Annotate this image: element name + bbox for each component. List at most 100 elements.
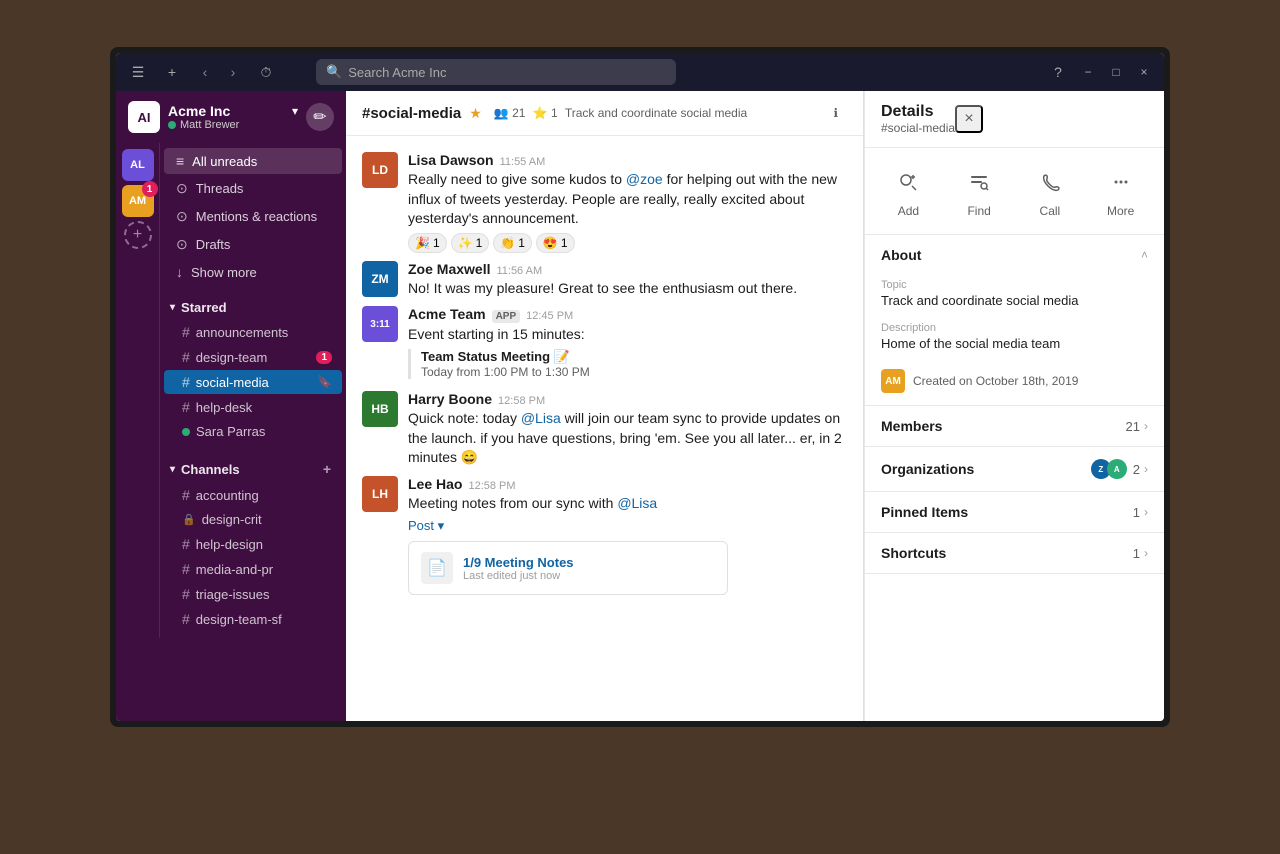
channel-item-media-and-pr[interactable]: # media-and-pr (164, 557, 342, 581)
info-button[interactable]: ℹ (824, 101, 847, 125)
call-label: Call (1040, 204, 1061, 218)
mentions-icon: ⊙ (176, 208, 188, 225)
channel-item-accounting[interactable]: # accounting (164, 483, 342, 507)
chat-meta: 👥 21 ⭐ 1 Track and coordinate social med… (494, 106, 747, 120)
sidebar-item-drafts[interactable]: ⊙ Drafts (164, 231, 342, 258)
forward-button[interactable]: › (220, 59, 246, 85)
message-header: Lee Hao 12:58 PM (408, 476, 847, 492)
post-indicator[interactable]: Post ▾ (408, 518, 444, 534)
member-count: 👥 21 (494, 106, 526, 120)
starred-header[interactable]: ▾ Starred (160, 296, 346, 319)
sidebar-item-threads[interactable]: ⊙ Threads (164, 175, 342, 202)
sidebar-item-all-unreads[interactable]: ≡ All unreads (164, 148, 342, 174)
members-section: Members 21 › (865, 406, 1164, 447)
organizations-section-header[interactable]: Organizations Z A 2 › (865, 447, 1164, 491)
reaction[interactable]: 👏 1 (493, 233, 532, 253)
channel-item-design-team-sf[interactable]: # design-team-sf (164, 607, 342, 631)
mention[interactable]: @Lisa (617, 495, 657, 511)
threads-icon: ⊙ (176, 180, 188, 197)
shortcuts-section-header[interactable]: Shortcuts 1 › (865, 533, 1164, 573)
add-workspace-button[interactable]: + (124, 221, 152, 249)
shortcuts-chevron: › (1144, 546, 1148, 560)
mention[interactable]: @zoe (626, 171, 663, 187)
more-button[interactable]: More (1095, 160, 1147, 222)
reaction[interactable]: 🎉 1 (408, 233, 447, 253)
channels-header[interactable]: ▾ Channels + (160, 456, 346, 482)
add-channel-button[interactable]: + (318, 460, 336, 478)
sidebar-item-mentions[interactable]: ⊙ Mentions & reactions (164, 203, 342, 230)
organizations-section: Organizations Z A 2 › (865, 447, 1164, 492)
details-actions: Add Find (865, 148, 1164, 235)
sidebar: AI Acme Inc ▾ Matt Brewer ✏ (116, 91, 346, 721)
avatar-al[interactable]: AL (122, 149, 154, 181)
avatar: ZM (362, 261, 398, 297)
chat-topic: Track and coordinate social media (565, 106, 747, 120)
members-title: Members (881, 418, 1126, 434)
status-dot (168, 121, 176, 129)
sidebar-item-show-more[interactable]: ↓ Show more (164, 259, 342, 285)
bookmark-icon: 🔖 (317, 375, 332, 389)
details-body: About ˄ Topic Track and coordinate socia… (865, 235, 1164, 721)
chat-area: #social-media ★ 👥 21 ⭐ 1 Track and coord… (346, 91, 864, 721)
search-bar[interactable]: 🔍 (316, 59, 676, 85)
channel-name: help-design (196, 537, 263, 552)
search-input[interactable] (348, 65, 666, 80)
title-bar: ☰ + ‹ › ⏱ 🔍 ? − □ × (116, 53, 1164, 91)
message-content: Acme Team APP 12:45 PM Event starting in… (408, 306, 847, 383)
close-button[interactable]: × (1132, 60, 1156, 84)
about-section-header[interactable]: About ˄ (865, 235, 1164, 275)
org-avatar: A (1107, 459, 1127, 479)
channel-item-triage-issues[interactable]: # triage-issues (164, 582, 342, 606)
maximize-button[interactable]: □ (1104, 60, 1128, 84)
online-dot (182, 428, 190, 436)
details-close-button[interactable]: × (955, 105, 983, 133)
channel-item-help-desk[interactable]: # help-desk (164, 395, 342, 419)
history-icon[interactable]: ⏱ (252, 58, 280, 86)
avatar-am[interactable]: AM 1 (122, 185, 154, 217)
main-content: AI Acme Inc ▾ Matt Brewer ✏ (116, 91, 1164, 721)
reactions: 🎉 1 ✨ 1 👏 1 😍 1 (408, 233, 847, 253)
organizations-chevron: › (1144, 462, 1148, 476)
dm-item-sara-parras[interactable]: Sara Parras (164, 420, 342, 443)
channels-label: Channels (181, 462, 240, 477)
help-icon[interactable]: ? (1044, 58, 1072, 86)
sidebar-nav: ≡ All unreads ⊙ Threads ⊙ Mentions & rea… (160, 143, 346, 290)
chat-header-right: ℹ (824, 101, 847, 125)
back-button[interactable]: ‹ (192, 59, 218, 85)
channel-item-help-design[interactable]: # help-design (164, 532, 342, 556)
channel-name: accounting (196, 488, 259, 503)
minimize-button[interactable]: − (1076, 60, 1100, 84)
username: Matt Brewer (180, 119, 239, 131)
details-header: Details #social-media × (865, 91, 1164, 148)
find-button[interactable]: Find (953, 160, 1005, 222)
message: 3:11 Acme Team APP 12:45 PM Event starti… (346, 302, 863, 387)
add-button[interactable]: Add (882, 160, 934, 222)
compose-icon[interactable]: + (158, 58, 186, 86)
pinned-section-header[interactable]: Pinned Items 1 › (865, 492, 1164, 532)
compose-button[interactable]: ✏ (306, 103, 334, 131)
mention[interactable]: @Lisa (521, 410, 561, 426)
star-icon[interactable]: ★ (469, 105, 482, 122)
pinned-section: Pinned Items 1 › (865, 492, 1164, 533)
reaction[interactable]: 😍 1 (536, 233, 575, 253)
menu-icon[interactable]: ☰ (124, 58, 152, 86)
pinned-title: Pinned Items (881, 504, 1133, 520)
channel-name: help-desk (196, 400, 252, 415)
description-field: Description Home of the social media tea… (865, 318, 1164, 361)
channel-item-design-team[interactable]: # design-team 1 (164, 345, 342, 369)
created-text: Created on October 18th, 2019 (913, 374, 1078, 388)
members-section-header[interactable]: Members 21 › (865, 406, 1164, 446)
add-icon (890, 164, 926, 200)
attachment[interactable]: 📄 1/9 Meeting Notes Last edited just now (408, 541, 728, 595)
workspace-header[interactable]: AI Acme Inc ▾ Matt Brewer ✏ (116, 91, 346, 143)
details-title: Details (881, 103, 955, 121)
message-author: Acme Team (408, 306, 486, 322)
reaction[interactable]: ✨ 1 (451, 233, 490, 253)
channel-item-social-media[interactable]: # social-media 🔖 (164, 370, 342, 394)
channel-item-design-crit[interactable]: 🔒 design-crit (164, 508, 342, 531)
show-more-icon: ↓ (176, 264, 183, 280)
title-bar-right: ? − □ × (1044, 58, 1156, 86)
call-button[interactable]: Call (1024, 160, 1076, 222)
channel-item-announcements[interactable]: # announcements (164, 320, 342, 344)
message-content: Zoe Maxwell 11:56 AM No! It was my pleas… (408, 261, 847, 299)
